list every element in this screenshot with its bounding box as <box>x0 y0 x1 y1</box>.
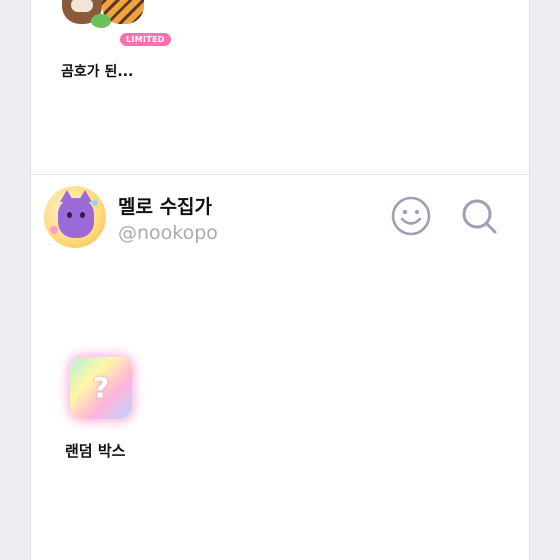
search-button[interactable] <box>458 195 500 237</box>
search-icon <box>462 199 497 234</box>
cat-character <box>58 190 94 238</box>
sticker-item-label: 곰호가 된... <box>61 64 134 80</box>
profile-handle: @nookopo <box>118 222 218 244</box>
sticker-item-top[interactable]: LIMITED <box>57 0 172 54</box>
question-mark-icon: ? <box>92 371 110 404</box>
emoji-icon <box>391 196 431 236</box>
limited-badge: LIMITED <box>119 32 172 47</box>
random-box-thumbnail[interactable]: ? <box>70 357 132 419</box>
content-panel: LIMITED 곰호가 된... 멜로 수집가 @nookopo ? 랜덤 박스 <box>30 0 530 560</box>
section-divider <box>31 174 529 175</box>
sticker-thumbnail[interactable]: LIMITED <box>57 0 172 54</box>
profile-name: 멜로 수집가 <box>118 196 213 218</box>
avatar[interactable] <box>44 186 106 248</box>
random-box-label: 랜덤 박스 <box>65 442 126 460</box>
emoji-button[interactable] <box>390 195 432 237</box>
leaf-decoration <box>91 14 111 28</box>
